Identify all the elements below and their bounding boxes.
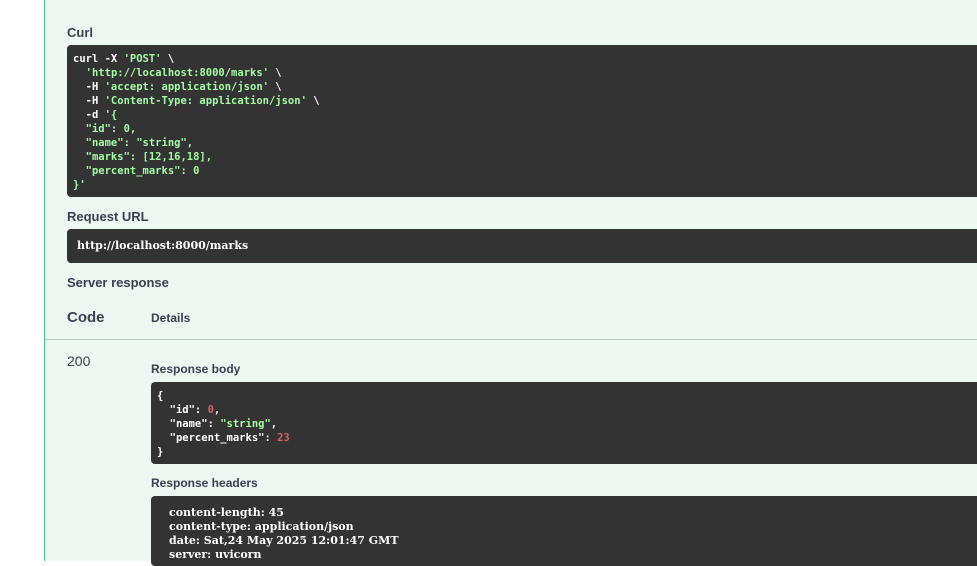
code-token: "name": (157, 418, 221, 430)
response-body-line: } (157, 445, 976, 459)
curl-line: }' (73, 178, 976, 192)
code-token: }' (73, 179, 86, 191)
server-response-label: Server response (67, 275, 169, 290)
response-body-label: Response body (151, 362, 241, 376)
code-token: '{ (104, 109, 118, 121)
curl-line: -d '{ (73, 108, 976, 122)
code-token: 'accept: application/json' (104, 81, 269, 93)
code-token: 23 (277, 432, 290, 444)
code-token: -d (73, 109, 105, 121)
response-body-line: "name": "string", (157, 417, 976, 431)
response-headers-label: Response headers (151, 476, 258, 490)
code-token: \ (268, 67, 282, 79)
response-header-line: content-type: application/json (169, 520, 354, 533)
code-token: } (157, 446, 164, 458)
code-token: "marks": [12,16,18], (73, 151, 213, 163)
curl-line: "name": "string", (73, 136, 976, 150)
code-token: \ (306, 95, 320, 107)
response-header-line: content-length: 45 (169, 506, 284, 519)
request-url-label: Request URL (67, 209, 149, 224)
code-token: 'Content-Type: application/json' (104, 95, 307, 107)
code-token: "name": "string", (73, 137, 194, 149)
response-header-line: server: uvicorn (169, 548, 262, 561)
response-body-line: "percent_marks": 23 (157, 431, 976, 445)
curl-line: 'http://localhost:8000/marks' \ (73, 66, 976, 80)
curl-command-block[interactable]: curl -X 'POST' \ 'http://localhost:8000/… (67, 45, 977, 197)
response-body-line: "id": 0, (157, 403, 976, 417)
code-token: \ (161, 53, 175, 65)
curl-label: Curl (67, 25, 93, 40)
code-token: , (213, 404, 221, 416)
curl-line: "marks": [12,16,18], (73, 150, 976, 164)
code-token: -H (73, 95, 105, 107)
code-token: "percent_marks": (157, 432, 278, 444)
code-token: "id": 0, (73, 123, 137, 135)
response-status-code: 200 (67, 353, 91, 369)
details-column-header: Details (151, 311, 191, 325)
response-body-line: { (157, 389, 976, 403)
curl-line: curl -X 'POST' \ (73, 52, 976, 66)
response-body-block[interactable]: { "id": 0, "name": "string", "percent_ma… (151, 382, 977, 464)
curl-line: -H 'accept: application/json' \ (73, 80, 976, 94)
code-token: { (157, 390, 164, 402)
code-token: "percent_marks": 0 (73, 165, 200, 177)
table-divider (45, 339, 977, 340)
curl-line: "id": 0, (73, 122, 976, 136)
code-token: 'POST' (123, 53, 162, 65)
code-token: "string" (220, 418, 271, 430)
code-token: , (270, 418, 278, 430)
code-token: -H (73, 81, 105, 93)
code-token: curl -X (73, 53, 124, 65)
response-headers-block[interactable]: content-length: 45 content-type: applicat… (151, 496, 977, 566)
code-column-header: Code (67, 309, 105, 326)
code-token: 'http://localhost:8000/marks' (85, 67, 269, 79)
live-response-panel: Curl curl -X 'POST' \ 'http://localhost:… (44, 0, 977, 566)
code-token: \ (268, 81, 282, 93)
response-header-line: date: Sat,24 May 2025 12:01:47 GMT (169, 534, 399, 547)
curl-line: -H 'Content-Type: application/json' \ (73, 94, 976, 108)
code-token: "id": (157, 404, 208, 416)
curl-line: "percent_marks": 0 (73, 164, 976, 178)
request-url-value[interactable]: http://localhost:8000/marks (67, 229, 977, 263)
